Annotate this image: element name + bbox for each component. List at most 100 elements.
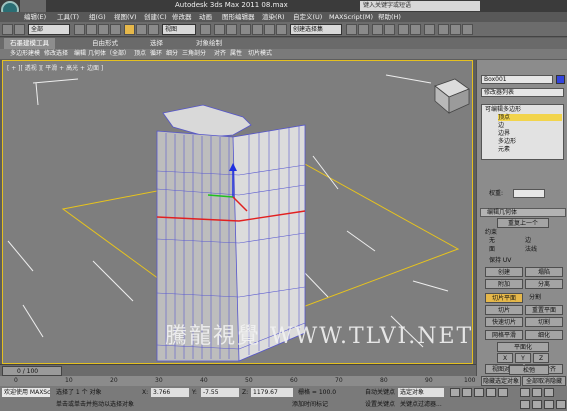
constraint-face-radio[interactable]: 面 [489,246,495,254]
named-selection-sets-dropdown[interactable]: 创建选择集 [290,24,342,35]
quickslice-button[interactable]: 快速切片 [485,317,523,327]
track-bar[interactable]: 0 10 20 30 40 50 60 70 80 90 100 隐藏选定对象 … [0,376,567,386]
window-crossing-icon[interactable] [110,24,121,35]
menu-group[interactable]: 组(G) [89,12,106,22]
menu-views[interactable]: 视图(V) [114,12,137,22]
edit-geometry-rollout[interactable]: 编辑几何体 [480,208,566,217]
ribbon-vertices[interactable]: 顶点 [134,49,146,59]
relax-button[interactable]: 松弛 [509,365,549,375]
ribbon-polygon-modeling[interactable]: 多边形建模 [10,49,40,59]
zoom-extents-icon[interactable] [544,388,554,397]
menu-animation[interactable]: 动画 [199,12,212,22]
menu-help[interactable]: 帮助(H) [378,12,401,22]
collapse-button[interactable]: 塌陷 [525,267,563,277]
menu-graph-editors[interactable]: 图形编辑器 [222,12,255,22]
ribbon-geometry-all[interactable]: 几何体（全部） [88,49,130,59]
pivot-center-icon[interactable] [200,24,211,35]
weight-field[interactable] [513,189,545,198]
rendered-frame-icon[interactable] [450,24,461,35]
ribbon-subdivision[interactable]: 细分 [166,49,178,59]
tab-graphite-modeling[interactable]: 石墨建模工具 [4,38,55,49]
ribbon-edit[interactable]: 编辑 [74,49,86,59]
previous-frame-icon[interactable] [462,388,472,397]
orbit-icon[interactable] [544,400,554,409]
tab-object-paint[interactable]: 对象绘制 [190,38,228,49]
cut-button[interactable]: 切割 [525,317,563,327]
detach-button[interactable]: 分离 [525,279,563,289]
menu-tools[interactable]: 工具(T) [57,12,79,22]
preserve-uv-checkbox[interactable]: 保持 UV [489,257,511,265]
schematic-view-icon[interactable] [410,24,421,35]
go-to-start-icon[interactable] [450,388,460,397]
material-editor-icon[interactable] [424,24,435,35]
slice-button[interactable]: 切片 [485,305,523,315]
select-by-name-icon[interactable] [86,24,97,35]
object-name-field[interactable]: Box001 [481,75,553,84]
modifier-list-dropdown[interactable]: 修改器列表 [481,88,564,97]
percent-snap-icon[interactable] [264,24,275,35]
align-icon[interactable] [358,24,369,35]
stack-item-polygon[interactable]: 多边形 [498,138,516,145]
stack-item-edge[interactable]: 边 [498,122,504,129]
select-manipulate-icon[interactable] [214,24,225,35]
constraint-none-radio[interactable]: 无 [489,237,495,245]
viewport-label[interactable]: [ + ][ 透视 ][ 平滑 + 高光 + 边面 ] [7,63,103,72]
meshsmooth-button[interactable]: 网格平滑 [485,330,523,340]
key-filters-button[interactable]: 关键点过滤器... [400,400,442,409]
modifier-stack[interactable]: 可编辑多边形 顶点 边 边界 多边形 元素 [481,104,564,160]
z-coord-field[interactable]: 1179.67 [251,388,293,397]
stack-item-element[interactable]: 元素 [498,146,510,153]
curve-editor-icon[interactable] [398,24,409,35]
slice-plane-button[interactable]: 切片平面 [485,293,523,303]
constraint-normal-radio[interactable]: 法线 [525,246,537,254]
y-coord-field[interactable]: -7.55 [201,388,239,397]
menu-maxscript[interactable]: MAXScript(M) [329,12,373,22]
rectangle-selection-icon[interactable] [98,24,109,35]
select-object-icon[interactable] [74,24,85,35]
selected-object-dropdown[interactable]: 选定对象 [398,388,444,397]
reference-coordinate-dropdown[interactable]: 视图 [162,24,196,35]
object-color-swatch[interactable] [556,75,565,84]
ribbon-slice-mode[interactable]: 切片模式 [248,49,272,59]
zoom-icon[interactable] [520,388,530,397]
x-coord-field[interactable]: 3.766 [151,388,189,397]
search-input[interactable]: 键入关键字或短语 [360,1,480,11]
tab-selection[interactable]: 选择 [144,38,169,49]
menu-customize[interactable]: 自定义(U) [293,12,322,22]
stack-item-vertex[interactable]: 顶点 [498,114,562,121]
redo-icon[interactable] [14,24,25,35]
add-time-tag[interactable]: 添加时间标记 [292,400,328,409]
render-setup-icon[interactable] [438,24,449,35]
auto-key-button[interactable]: 自动关键点 [365,388,395,397]
menu-rendering[interactable]: 渲染(R) [262,12,285,22]
viewcube-icon[interactable] [434,78,470,114]
split-checkbox[interactable]: 分割 [529,294,541,302]
ribbon-align[interactable]: 对齐 [214,49,226,59]
tab-freeform[interactable]: 自由形式 [86,38,124,49]
move-icon[interactable] [124,24,135,35]
planarize-z-button[interactable]: Z [533,353,549,363]
ribbon-triangulation[interactable]: 三角剖分 [182,49,206,59]
frame-indicator[interactable]: 0 / 100 [2,366,62,376]
repeat-last-button[interactable]: 重复上一个 [497,218,549,228]
layer-manager-icon[interactable] [372,24,383,35]
stack-item-border[interactable]: 边界 [498,130,510,137]
reset-plane-button[interactable]: 重置平面 [525,305,563,315]
planarize-button[interactable]: 平面化 [497,342,549,352]
constraint-edge-radio[interactable]: 边 [525,237,531,245]
render-production-icon[interactable] [462,24,473,35]
menu-modifiers[interactable]: 修改器 [172,12,192,22]
set-key-button[interactable]: 设置关键点 [365,400,395,409]
mirror-icon[interactable] [346,24,357,35]
scale-icon[interactable] [148,24,159,35]
undo-icon[interactable] [2,24,13,35]
quick-access-toolbar[interactable] [20,0,46,12]
angle-snap-icon[interactable] [252,24,263,35]
ribbon-loops[interactable]: 循环 [150,49,162,59]
maxscript-listener[interactable]: 欢迎使用 MAXSc [2,388,50,397]
graphite-toggle-icon[interactable] [384,24,395,35]
time-slider[interactable]: 0 / 100 [0,364,476,376]
field-of-view-icon[interactable] [520,400,530,409]
next-frame-icon[interactable] [486,388,496,397]
planarize-y-button[interactable]: Y [515,353,531,363]
